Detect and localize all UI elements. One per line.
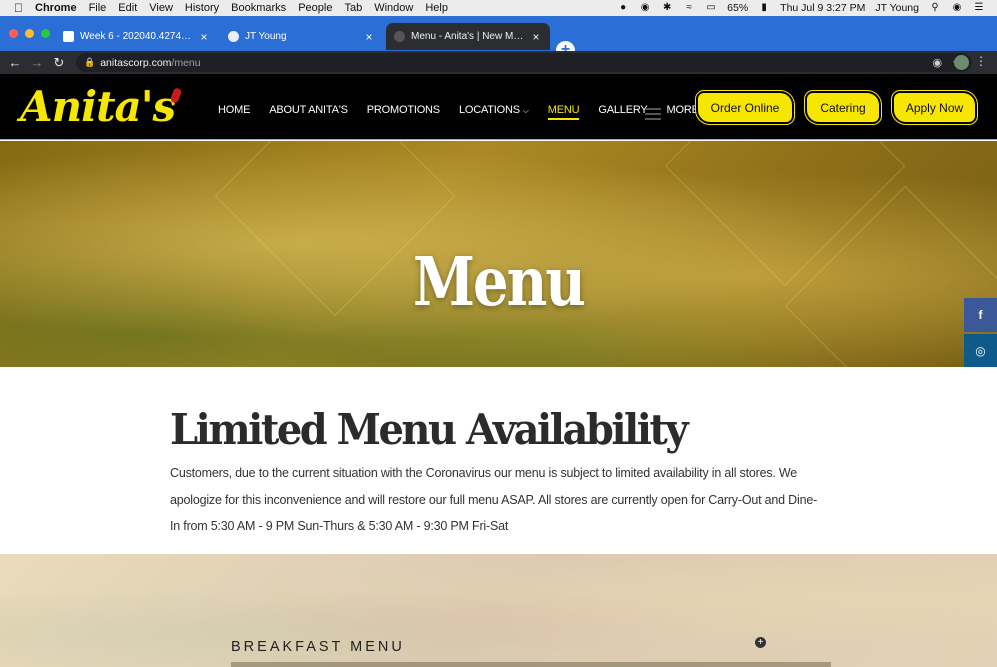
- hero-banner: Menu: [0, 141, 997, 367]
- zoom-window-icon[interactable]: [41, 29, 50, 38]
- anitas-logo[interactable]: Anita's: [20, 82, 183, 131]
- lock-icon[interactable]: 🔒: [84, 57, 95, 68]
- browser-toolbar: ← → ↻ 🔒 anitascorp.com/menu ◉ ☆ ⋮: [0, 51, 997, 74]
- menu-window[interactable]: Window: [374, 2, 413, 14]
- creative-cloud-icon[interactable]: ◉: [639, 3, 651, 13]
- airplay-icon[interactable]: ▭: [705, 3, 717, 13]
- battery-icon[interactable]: ▮: [758, 3, 770, 13]
- tab-jt-young[interactable]: JT Young ×: [220, 23, 383, 50]
- reload-icon[interactable]: ↻: [48, 55, 70, 71]
- menu-people[interactable]: People: [298, 2, 332, 14]
- facebook-icon[interactable]: f: [964, 298, 997, 332]
- siri-icon[interactable]: ◉: [951, 3, 963, 13]
- profile-avatar[interactable]: [954, 55, 969, 70]
- apple-icon[interactable]: : [14, 1, 23, 15]
- forward-arrow-icon[interactable]: →: [26, 55, 48, 70]
- menu-view[interactable]: View: [149, 2, 173, 14]
- close-tab-icon[interactable]: ×: [530, 30, 542, 44]
- nav-home[interactable]: HOME: [218, 104, 250, 120]
- browser-tab-strip: Week 6 - 202040.42741 AVT- × JT Young × …: [0, 16, 997, 60]
- nav-more[interactable]: MORE: [667, 104, 699, 120]
- nav-gallery[interactable]: GALLERY: [598, 104, 647, 120]
- order-online-button[interactable]: Order Online: [695, 90, 795, 125]
- close-tab-icon[interactable]: ×: [363, 30, 375, 44]
- limited-menu-section: Limited Menu Availability Customers, due…: [0, 367, 997, 554]
- limited-menu-notice: Customers, due to the current situation …: [170, 466, 818, 533]
- limited-menu-heading: Limited Menu Availability: [170, 405, 689, 455]
- window-controls: [9, 29, 50, 38]
- extension-icon[interactable]: ◉: [933, 56, 943, 69]
- nav-about[interactable]: ABOUT ANITA'S: [269, 104, 348, 120]
- breakfast-menu-heading[interactable]: BREAKFAST MENU: [231, 639, 405, 655]
- spotlight-search-icon[interactable]: ⚲: [929, 3, 941, 13]
- address-bar[interactable]: 🔒 anitascorp.com/menu ◉ ☆: [76, 53, 972, 72]
- bluetooth-icon[interactable]: ✱: [661, 3, 673, 13]
- instagram-icon[interactable]: ◎: [964, 334, 997, 368]
- nav-promotions[interactable]: PROMOTIONS: [367, 104, 440, 120]
- anitas-favicon-icon: [394, 31, 405, 42]
- microphone-icon[interactable]: ●: [617, 3, 629, 13]
- breakfast-description-cutoff: [231, 662, 831, 667]
- tab-anitas-menu[interactable]: Menu - Anita's | New Mexico S ×: [386, 23, 550, 50]
- app-menu-chrome[interactable]: Chrome: [35, 2, 77, 14]
- breakfast-overlay: [0, 554, 997, 667]
- url-host: anitascorp.com: [100, 56, 172, 69]
- menu-help[interactable]: Help: [425, 2, 448, 14]
- globe-favicon-icon: [228, 31, 239, 42]
- clock[interactable]: Thu Jul 9 3:27 PM: [780, 2, 865, 14]
- hamburger-menu-icon[interactable]: [645, 108, 661, 123]
- user-name[interactable]: JT Young: [875, 2, 919, 14]
- menu-tab[interactable]: Tab: [344, 2, 362, 14]
- apply-now-button[interactable]: Apply Now: [891, 90, 978, 125]
- chevron-down-icon: ⌵: [522, 106, 529, 115]
- menu-edit[interactable]: Edit: [118, 2, 137, 14]
- nav-menu[interactable]: MENU: [547, 104, 580, 120]
- close-window-icon[interactable]: [9, 29, 18, 38]
- site-header: Anita's HOME ABOUT ANITA'S PROMOTIONS LO…: [0, 74, 997, 140]
- catering-button[interactable]: Catering: [804, 90, 882, 125]
- back-arrow-icon[interactable]: ←: [4, 55, 26, 70]
- page-title: Menu: [412, 242, 586, 322]
- menu-file[interactable]: File: [89, 2, 107, 14]
- url-path: /menu: [171, 56, 201, 69]
- nav-locations[interactable]: LOCATIONS ⌵: [459, 104, 529, 120]
- macos-menu-bar:  Chrome File Edit View History Bookmark…: [0, 0, 997, 16]
- blackboard-favicon-icon: [63, 31, 74, 42]
- battery-percent[interactable]: 65%: [727, 2, 748, 14]
- wifi-icon[interactable]: ≈: [683, 3, 695, 13]
- tab-week6[interactable]: Week 6 - 202040.42741 AVT- ×: [55, 23, 218, 50]
- main-nav: HOME ABOUT ANITA'S PROMOTIONS LOCATIONS ⌵…: [218, 104, 699, 120]
- breakfast-section: BREAKFAST MENU +: [0, 554, 997, 667]
- notification-center-icon[interactable]: ☰: [973, 3, 985, 13]
- menu-bookmarks[interactable]: Bookmarks: [231, 2, 286, 14]
- close-tab-icon[interactable]: ×: [198, 30, 210, 44]
- expand-plus-icon[interactable]: +: [755, 637, 766, 648]
- more-vertical-icon[interactable]: ⋮: [975, 54, 987, 68]
- minimize-window-icon[interactable]: [25, 29, 34, 38]
- menu-history[interactable]: History: [185, 2, 219, 14]
